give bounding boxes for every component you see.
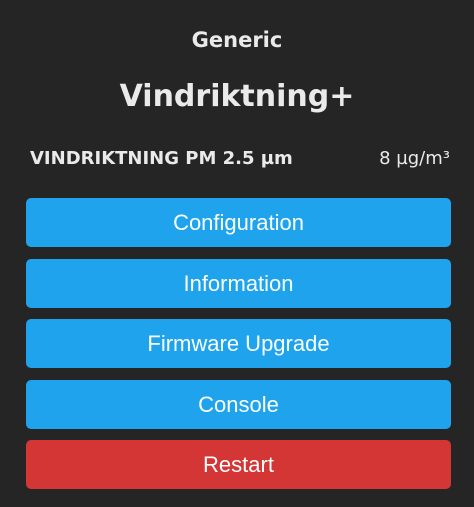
console-button[interactable]: Console bbox=[26, 380, 451, 429]
sensor-reading-row: VINDRIKTNING PM 2.5 µm 8 µg/m³ bbox=[30, 148, 450, 174]
device-type-heading: Generic bbox=[191, 28, 283, 52]
firmware-upgrade-button[interactable]: Firmware Upgrade bbox=[26, 319, 451, 368]
main-page: Generic Vindriktning+ VINDRIKTNING PM 2.… bbox=[0, 0, 474, 507]
information-button[interactable]: Information bbox=[26, 259, 451, 308]
sensor-value: 8 µg/m³ bbox=[379, 148, 450, 169]
device-name-title: Vindriktning+ bbox=[119, 79, 355, 114]
restart-button[interactable]: Restart bbox=[26, 440, 451, 489]
sensor-label: VINDRIKTNING PM 2.5 µm bbox=[30, 148, 293, 169]
configuration-button[interactable]: Configuration bbox=[26, 198, 451, 247]
